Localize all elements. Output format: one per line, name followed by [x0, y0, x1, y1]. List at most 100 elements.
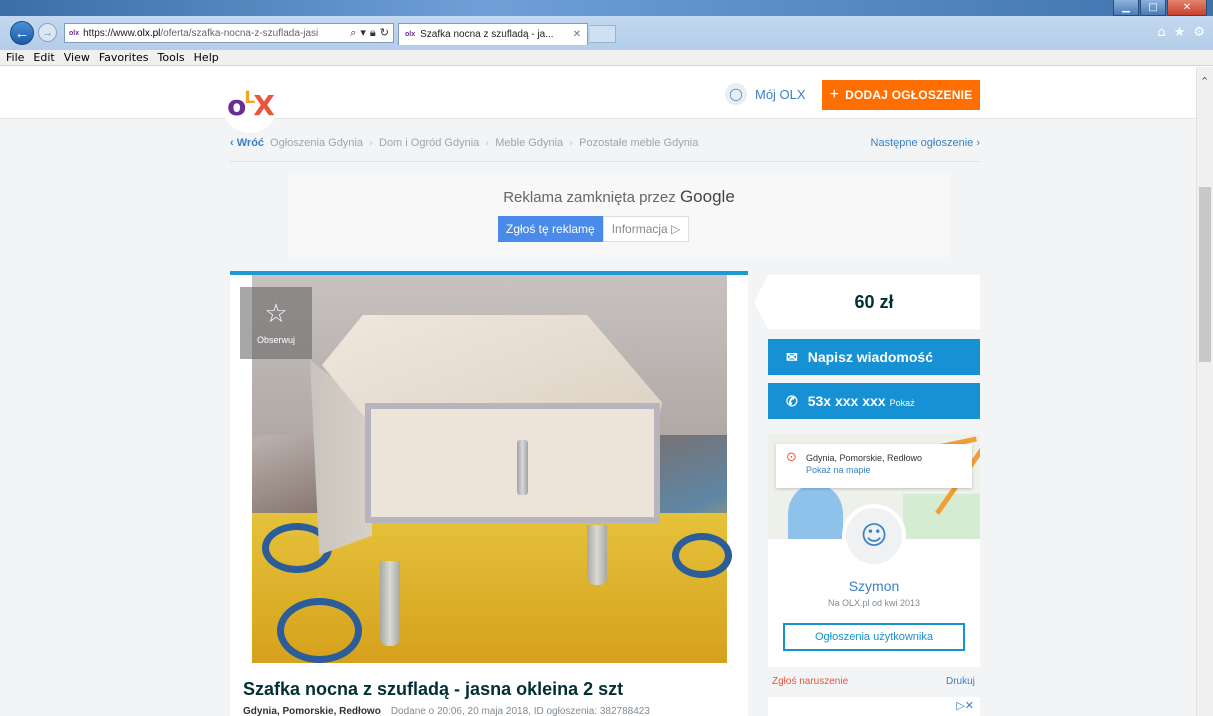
plus-icon: + [829, 86, 840, 103]
report-violation-link[interactable]: Zgłoś naruszenie [772, 676, 848, 687]
lock-icon[interactable]: 🔒︎ [370, 26, 376, 40]
adchoices-icon[interactable]: ▷✕ [956, 699, 974, 712]
ad-info-button[interactable]: Informacja ▷ [602, 216, 690, 242]
seller-box: ⊙ Gdynia, Pomorskie, Redłowo Pokaż na ma… [768, 434, 980, 667]
drawer-handle [517, 440, 528, 495]
browser-toolbar-icons: ⌂ ★ ⚙ [1157, 25, 1205, 40]
tab-title: Szafka nocna z szufladą - ja... [420, 29, 554, 40]
seller-since: Na OLX.pl od kwi 2013 [827, 598, 921, 608]
breadcrumb-item[interactable]: Meble Gdynia [495, 137, 563, 149]
print-link[interactable]: Drukuj [946, 676, 975, 687]
add-listing-label: DODAJ OGŁOSZENIE [845, 88, 973, 102]
url-text: https://www.olx.pl/oferta/szafka-nocna-z… [83, 28, 318, 39]
user-icon: ◯ [725, 83, 747, 105]
dropdown-icon[interactable]: ▾ [360, 26, 366, 40]
close-tab-icon[interactable]: ✕ [573, 29, 581, 40]
menu-view[interactable]: View [64, 51, 90, 64]
browser-tab[interactable]: olx Szafka nocna z szufladą - ja... ✕ [398, 23, 588, 45]
cabinet-leg [380, 561, 400, 646]
chevron-right-icon: › [369, 137, 373, 149]
olx-logo[interactable]: oLX [222, 77, 278, 133]
scroll-up-icon[interactable]: ⌃ [1200, 75, 1209, 88]
price-label: 60 zł [754, 275, 980, 329]
menu-help[interactable]: Help [194, 51, 219, 64]
phone-number: 53x xxx xxx Pokaż [807, 393, 915, 409]
menu-tools[interactable]: Tools [158, 51, 185, 64]
closed-ad-box: Reklama zamknięta przez Google Zgłoś tę … [288, 173, 950, 257]
report-ad-button[interactable]: Zgłoś tę reklamę [498, 216, 603, 242]
browser-chrome: ▁ □ ✕ ← → olx https://www.olx.pl/oferta/… [0, 0, 1213, 50]
listing-card: ☆ Obserwuj Szafka nocna z szufladą - jas… [230, 271, 748, 716]
listing-photo[interactable] [252, 275, 732, 663]
user-ads-button[interactable]: Ogłoszenia użytkownika [783, 623, 965, 651]
refresh-icon[interactable]: ↻ [380, 26, 389, 40]
send-message-label: Napisz wiadomość [807, 349, 933, 365]
forward-button[interactable]: → [38, 23, 57, 42]
observe-label: Obserwuj [256, 335, 295, 345]
menu-favorites[interactable]: Favorites [99, 51, 149, 64]
phone-icon: ✆ [786, 392, 798, 409]
add-listing-button[interactable]: + DODAJ OGŁOSZENIE [822, 80, 980, 110]
breadcrumb-item[interactable]: Pozostałe meble Gdynia [579, 137, 698, 149]
window-controls: ▁ □ ✕ [1113, 0, 1207, 16]
menu-edit[interactable]: Edit [33, 51, 54, 64]
favorites-star-icon[interactable]: ★ [1174, 25, 1186, 40]
listing-added-info: Dodane o 20:06, 20 maja 2018, ID ogłosze… [390, 706, 650, 716]
vertical-scrollbar[interactable]: ⌃ [1196, 67, 1213, 716]
site-header: ◯ Mój OLX + DODAJ OGŁOSZENIE [0, 67, 1196, 119]
seller-name[interactable]: Szymon [768, 578, 980, 594]
divider [230, 161, 980, 162]
cabinet-drawer [365, 403, 660, 523]
cabinet-leg [587, 525, 607, 585]
next-listing-link[interactable]: Następne ogłoszenie › [871, 137, 980, 149]
address-bar-icons: ⌕ ▾ 🔒︎ ↻ [350, 26, 389, 40]
url-domain: olx.pl [137, 27, 161, 39]
google-brand: Google [679, 187, 735, 206]
listing-title: Szafka nocna z szufladą - jasna okleina … [243, 679, 624, 699]
user-icon: ☺ [860, 521, 888, 551]
address-bar[interactable]: olx https://www.olx.pl/oferta/szafka-noc… [64, 23, 394, 43]
map-location-card: ⊙ Gdynia, Pomorskie, Redłowo Pokaż na ma… [776, 444, 972, 488]
home-icon[interactable]: ⌂ [1157, 25, 1165, 40]
minimize-button[interactable]: ▁ [1113, 0, 1139, 16]
show-phone-label: Pokaż [889, 398, 915, 408]
chevron-right-icon: › [569, 137, 574, 149]
navigation-row: ← → olx https://www.olx.pl/oferta/szafka… [0, 16, 1213, 48]
my-olx-link[interactable]: ◯ Mój OLX [725, 83, 806, 105]
new-tab-button[interactable] [590, 25, 616, 43]
maximize-button[interactable]: □ [1140, 0, 1166, 16]
back-link-label: Wróć [236, 137, 265, 149]
ad-buttons: Zgłoś tę reklamę Informacja ▷ [498, 216, 690, 242]
listing-location: Gdynia, Pomorskie, Redłowo [243, 706, 381, 716]
url-prefix: https://www. [83, 27, 138, 39]
menu-file[interactable]: File [6, 51, 24, 64]
back-button[interactable]: ← [10, 21, 34, 45]
show-on-map-link[interactable]: Pokaż na mapie [806, 464, 964, 476]
map-pin-icon: ⊙ [786, 450, 797, 465]
seller-avatar: ☺ [842, 504, 906, 568]
close-window-button[interactable]: ✕ [1167, 0, 1207, 16]
star-icon: ☆ [264, 299, 288, 329]
listing-meta: Gdynia, Pomorskie, Redłowo Dodane o 20:0… [243, 706, 650, 716]
page-content: ◯ Mój OLX + DODAJ OGŁOSZENIE oLX ‹ Wróć … [0, 67, 1196, 716]
send-message-button[interactable]: ✉ Napisz wiadomość [768, 339, 980, 375]
ad-closed-message: Reklama zamknięta przez Google [503, 187, 735, 206]
show-phone-button[interactable]: ✆ 53x xxx xxx Pokaż [768, 383, 980, 419]
map-location-text: Gdynia, Pomorskie, Redłowo [806, 453, 923, 463]
my-olx-label: Mój OLX [755, 86, 806, 102]
settings-gear-icon[interactable]: ⚙ [1193, 25, 1205, 40]
back-link[interactable]: ‹ Wróć [230, 137, 264, 149]
url-path: /oferta/szafka-nocna-z-szuflada-jasi [160, 27, 319, 39]
menu-bar: File Edit View Favorites Tools Help [0, 50, 1213, 66]
site-favicon: olx [69, 29, 80, 37]
breadcrumb-item[interactable]: Ogłoszenia Gdynia [270, 137, 363, 149]
observe-button[interactable]: ☆ Obserwuj [240, 287, 312, 359]
ad-box: ▷✕ [768, 697, 980, 716]
search-icon[interactable]: ⌕ [350, 26, 356, 40]
breadcrumb-item[interactable]: Dom i Ogród Gdynia [379, 137, 479, 149]
tab-favicon: olx [405, 31, 416, 38]
breadcrumb: ‹ Wróć Ogłoszenia Gdynia › Dom i Ogród G… [230, 133, 980, 153]
title-bar: ▁ □ ✕ [0, 0, 1213, 16]
scrollbar-thumb[interactable] [1199, 187, 1211, 362]
envelope-icon: ✉ [786, 348, 798, 365]
